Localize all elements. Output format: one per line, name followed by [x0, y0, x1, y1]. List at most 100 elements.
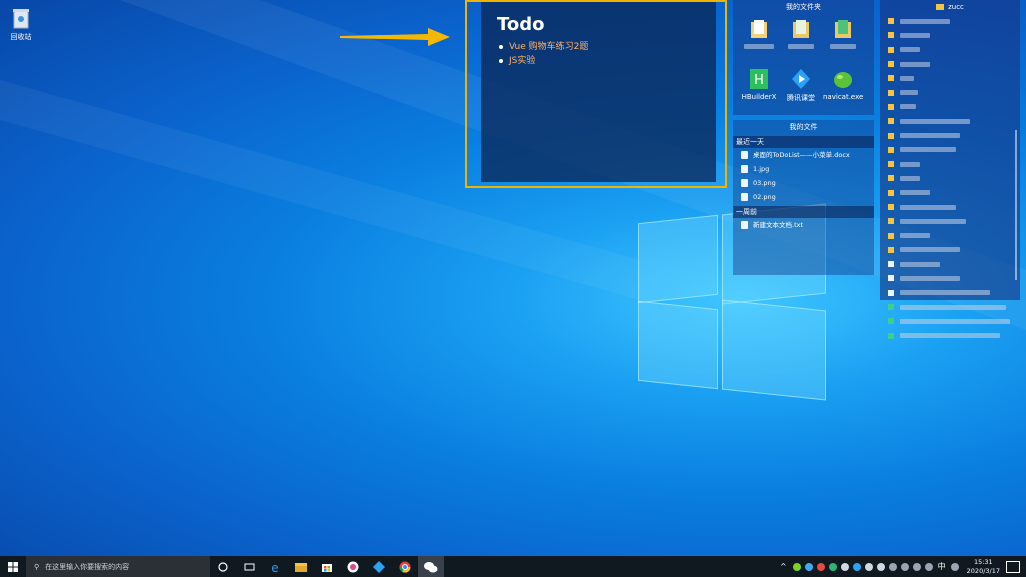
file-explorer-taskbar-button[interactable]	[288, 556, 314, 577]
clock-time: 15:31	[973, 557, 993, 566]
file-explorer-icon	[295, 562, 307, 572]
panel-title: zucc	[880, 0, 1020, 14]
todo-panel[interactable]: Todo Vue 购物车练习2题 JS实验	[481, 2, 716, 182]
folder-list-item[interactable]	[880, 57, 1020, 71]
chevron-up-icon[interactable]: ^	[780, 562, 787, 571]
folder-list-item[interactable]	[880, 243, 1020, 257]
image-file-icon	[741, 179, 748, 187]
folder-list-item[interactable]	[880, 143, 1020, 157]
hbuilderx-shortcut[interactable]: H HBuilderX	[739, 68, 779, 101]
folder-icon	[888, 132, 894, 139]
folder-list-item[interactable]	[880, 329, 1020, 343]
folder-list-item[interactable]	[880, 286, 1020, 300]
task-view-button[interactable]	[236, 556, 262, 577]
svg-text:e: e	[271, 561, 278, 573]
folder-icon	[888, 32, 894, 39]
tray-app-icon[interactable]	[828, 562, 837, 571]
todo-item[interactable]: JS实验	[499, 54, 588, 68]
folder-list	[880, 14, 1020, 343]
ime-mode-icon[interactable]	[950, 562, 959, 571]
cortana-icon	[218, 561, 228, 572]
navicat-icon	[833, 68, 853, 90]
battery-icon[interactable]	[888, 562, 897, 571]
tencent-classroom-shortcut[interactable]: 腾讯课堂	[781, 68, 821, 103]
tray-app-icon[interactable]	[792, 562, 801, 571]
itunes-taskbar-button[interactable]	[340, 556, 366, 577]
folder-list-item[interactable]	[880, 257, 1020, 271]
folder-list-item[interactable]	[880, 314, 1020, 328]
image-file-icon	[741, 193, 748, 201]
chrome-icon	[399, 561, 411, 573]
search-icon: ⚲	[34, 562, 40, 571]
tray-app-icon[interactable]	[840, 562, 849, 571]
music-icon	[347, 561, 359, 572]
folder-icon	[888, 246, 894, 253]
folder-list-item[interactable]	[880, 14, 1020, 28]
wechat-taskbar-button[interactable]	[418, 556, 444, 577]
folder-icon	[833, 18, 853, 40]
scrollbar[interactable]	[1015, 130, 1017, 280]
folder-shortcut[interactable]	[823, 18, 863, 51]
edge-taskbar-button[interactable]: e	[262, 556, 288, 577]
folder-shortcut[interactable]	[781, 18, 821, 51]
folder-list-item[interactable]	[880, 300, 1020, 314]
folder-icon	[888, 46, 894, 53]
file-item[interactable]: 03.png	[733, 176, 874, 190]
recycle-bin-icon	[10, 6, 32, 30]
image-file-icon	[741, 165, 748, 173]
folder-list-item[interactable]	[880, 100, 1020, 114]
ime-indicator[interactable]: 中	[938, 561, 946, 572]
start-button[interactable]	[0, 556, 26, 577]
annotation-arrow-icon	[340, 28, 450, 46]
store-taskbar-button[interactable]	[314, 556, 340, 577]
chrome-taskbar-button[interactable]	[392, 556, 418, 577]
folder-icon	[888, 75, 894, 82]
folder-list-item[interactable]	[880, 128, 1020, 142]
folder-list-item[interactable]	[880, 157, 1020, 171]
panel-title: 我的文件	[789, 123, 818, 131]
folder-icon	[888, 146, 894, 153]
todo-item[interactable]: Vue 购物车练习2题	[499, 40, 588, 54]
folder-list-item[interactable]	[880, 114, 1020, 128]
folder-list-item[interactable]	[880, 43, 1020, 57]
file-item[interactable]: 1.jpg	[733, 162, 874, 176]
network-icon[interactable]	[912, 562, 921, 571]
tray-app-icon[interactable]	[864, 562, 873, 571]
folder-list-item[interactable]	[880, 28, 1020, 42]
tray-app-icon[interactable]	[852, 562, 861, 571]
folder-list-item[interactable]	[880, 271, 1020, 285]
todo-title: Todo	[497, 14, 545, 35]
folder-list-item[interactable]	[880, 71, 1020, 85]
folder-shortcut[interactable]	[739, 18, 779, 51]
cloud-icon[interactable]	[876, 562, 885, 571]
taskbar-search-box[interactable]: ⚲ 在这里输入你要搜索的内容	[26, 556, 210, 577]
edge-icon: e	[271, 561, 278, 573]
file-item[interactable]: 桌面的ToDoList——小菜单.docx	[733, 148, 874, 162]
panel-title: 我的文件夹	[786, 3, 821, 11]
folder-list-item[interactable]	[880, 171, 1020, 185]
folder-icon	[888, 232, 894, 239]
file-item[interactable]: 02.png	[733, 190, 874, 204]
notification-center-icon[interactable]	[1006, 560, 1020, 573]
folder-list-item[interactable]	[880, 228, 1020, 242]
cortana-button[interactable]	[210, 556, 236, 577]
microphone-icon[interactable]	[900, 562, 909, 571]
folder-list-item[interactable]	[880, 186, 1020, 200]
tencent-classroom-icon	[373, 560, 385, 573]
tencent-classroom-taskbar-button[interactable]	[366, 556, 392, 577]
volume-icon[interactable]	[924, 562, 933, 571]
taskbar-clock[interactable]: 15:31 2020/3/17	[967, 558, 1000, 576]
recycle-bin-shortcut[interactable]: 回收站	[6, 6, 36, 42]
folder-list-item[interactable]	[880, 214, 1020, 228]
navicat-shortcut[interactable]: navicat.exe	[823, 68, 863, 101]
navicat-label: navicat.exe	[823, 93, 864, 101]
tencent-classroom-label: 腾讯课堂	[787, 94, 815, 102]
tray-app-icon[interactable]	[816, 562, 825, 571]
svg-text:H: H	[754, 73, 764, 88]
file-item[interactable]: 新建文本文档.txt	[733, 218, 874, 232]
tencent-classroom-icon	[791, 68, 811, 90]
folder-list-item[interactable]	[880, 200, 1020, 214]
file-icon	[741, 151, 748, 159]
folder-list-item[interactable]	[880, 85, 1020, 99]
tray-app-icon[interactable]	[804, 562, 813, 571]
